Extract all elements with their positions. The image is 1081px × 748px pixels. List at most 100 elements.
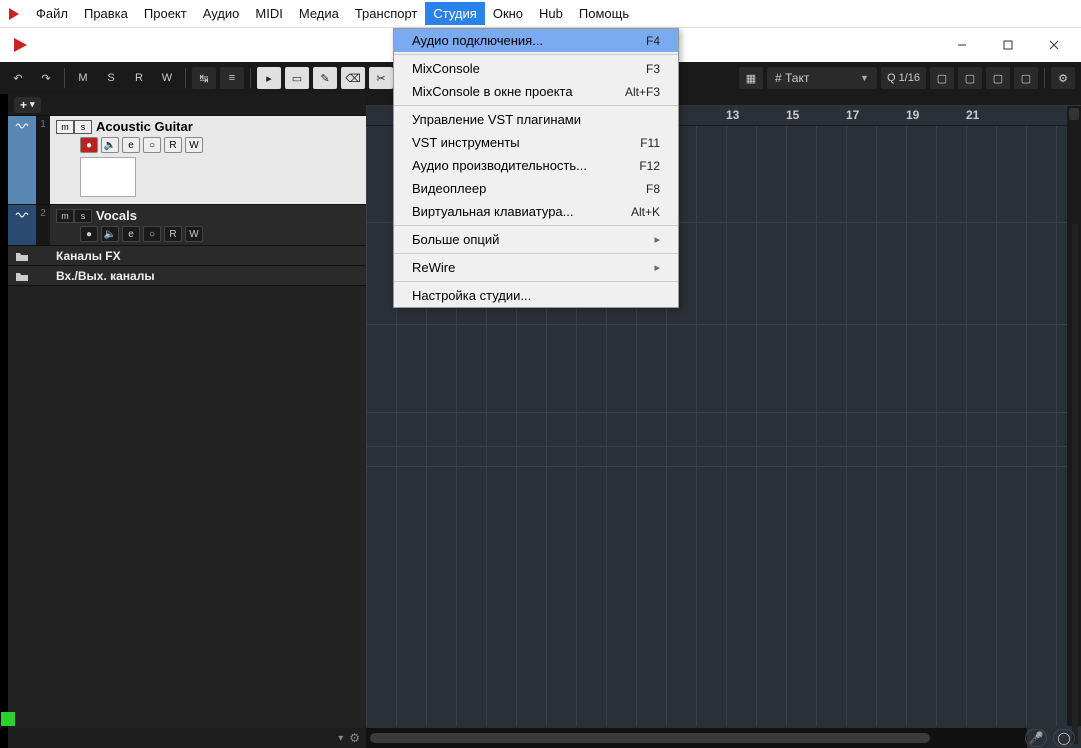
maximize-button[interactable] [985,30,1031,60]
layout-4-icon[interactable]: ▢ [1014,67,1038,89]
wave-icon [15,210,29,220]
track-body[interactable]: m s Vocals ● 🔈 e ○ R W [50,205,366,245]
menu-item-shortcut: F4 [646,34,660,48]
monitor-button[interactable]: 🔈 [101,226,119,242]
snap-type-dropdown[interactable]: # Такт ▼ [767,67,877,89]
mic-icon[interactable]: 🎤 [1025,729,1047,747]
toolbar-s-button[interactable]: S [99,67,123,89]
mute-button[interactable]: m [56,209,74,223]
toolbar-m-button[interactable]: M [71,67,95,89]
chevron-right-icon: ▸ [654,233,660,246]
freeze-icon[interactable]: ○ [143,226,161,242]
menu-окно[interactable]: Окно [485,2,531,25]
track-color-strip [8,116,36,204]
menu-item[interactable]: Аудио подключения...F4 [394,29,678,52]
menu-item-label: MixConsole в окне проекта [412,84,573,99]
menu-студия[interactable]: Студия [425,2,484,25]
read-automation-button[interactable]: R [164,226,182,242]
menu-item[interactable]: ВидеоплеерF8 [394,177,678,200]
menu-item-label: Управление VST плагинами [412,112,581,127]
tracklist: +▾ 1 m s Acoustic Guitar ● 🔈 e ○ R W [8,94,366,748]
minimize-button[interactable] [939,30,985,60]
track-row[interactable]: 2 m s Vocals ● 🔈 e ○ R W [8,205,366,246]
solo-button[interactable]: s [74,209,92,223]
horizontal-scrollbar[interactable] [366,728,1027,748]
edit-channel-icon[interactable]: e [122,226,140,242]
menu-медиа[interactable]: Медиа [291,2,347,25]
gear-icon[interactable]: ⚙ [349,731,360,745]
arrow-tool-icon[interactable]: ▸ [257,67,281,89]
track-name: Acoustic Guitar [96,119,193,134]
folder-name: Вх./Вых. каналы [50,269,155,283]
solo-button[interactable]: s [74,120,92,134]
studio-menu-dropdown: Аудио подключения...F4MixConsoleF3MixCon… [393,28,679,308]
menu-item[interactable]: Больше опций▸ [394,228,678,251]
track-row[interactable]: 1 m s Acoustic Guitar ● 🔈 e ○ R W [8,116,366,205]
track-body[interactable]: m s Acoustic Guitar ● 🔈 e ○ R W [50,116,366,204]
constrain-icon[interactable]: ↹ [192,67,216,89]
undo-icon[interactable]: ↶ [6,67,30,89]
app-icon-large [10,35,30,55]
gear-icon[interactable]: ⚙ [1051,67,1075,89]
menubar: ФайлПравкаПроектАудиоMIDIМедиаТранспортС… [0,0,1081,28]
folder-row[interactable]: Каналы FX [8,246,366,266]
chevron-down-icon[interactable]: ▾ [338,733,343,744]
menu-item-label: Аудио производительность... [412,158,587,173]
menu-item[interactable]: Настройка студии... [394,284,678,307]
snap-type-label: # Такт [775,71,809,85]
toolbar-r-button[interactable]: R [127,67,151,89]
menu-hub[interactable]: Hub [531,2,571,25]
menu-файл[interactable]: Файл [28,2,76,25]
track-color-strip [8,205,36,245]
split-tool-icon[interactable]: ✂ [369,67,393,89]
read-automation-button[interactable]: R [164,137,182,153]
menu-правка[interactable]: Правка [76,2,136,25]
write-automation-button[interactable]: W [185,226,203,242]
range-tool-icon[interactable]: ▭ [285,67,309,89]
menu-item[interactable]: MixConsoleF3 [394,57,678,80]
tracklist-header: +▾ [8,94,366,116]
toolbar-w-button[interactable]: W [155,67,179,89]
mute-button[interactable]: m [56,120,74,134]
track-thumbnail [80,157,136,197]
automation-icon[interactable]: ≡ [220,67,244,89]
layout-3-icon[interactable]: ▢ [986,67,1010,89]
ruler-number: 13 [726,108,739,122]
monitor-button[interactable]: 🔈 [101,137,119,153]
record-enable-button[interactable]: ● [80,226,98,242]
circle-icon[interactable]: ◯ [1053,729,1075,747]
folder-icon [8,250,36,262]
menu-item[interactable]: Аудио производительность...F12 [394,154,678,177]
folder-row[interactable]: Вх./Вых. каналы [8,266,366,286]
menu-item-label: ReWire [412,260,455,275]
add-track-button[interactable]: +▾ [14,97,41,113]
quantize-icon[interactable]: Q 1/16 [881,67,926,89]
menu-item[interactable]: Управление VST плагинами [394,108,678,131]
menu-аудио[interactable]: Аудио [195,2,248,25]
menu-item-shortcut: F8 [646,182,660,196]
menu-item-label: Виртуальная клавиатура... [412,204,574,219]
redo-icon[interactable]: ↷ [34,67,58,89]
menu-item[interactable]: Виртуальная клавиатура...Alt+K [394,200,678,223]
menu-item[interactable]: VST инструментыF11 [394,131,678,154]
zoom-slider[interactable] [1072,224,1078,744]
snap-toggle-icon[interactable]: ▦ [739,67,763,89]
track-number: 1 [36,116,50,204]
freeze-icon[interactable]: ○ [143,137,161,153]
edit-channel-icon[interactable]: e [122,137,140,153]
layout-1-icon[interactable]: ▢ [930,67,954,89]
menu-item[interactable]: ReWire▸ [394,256,678,279]
record-enable-button[interactable]: ● [80,137,98,153]
write-automation-button[interactable]: W [185,137,203,153]
menu-midi[interactable]: MIDI [247,2,290,25]
draw-tool-icon[interactable]: ✎ [313,67,337,89]
layout-2-icon[interactable]: ▢ [958,67,982,89]
performance-indicator [1,712,15,726]
close-button[interactable] [1031,30,1077,60]
erase-tool-icon[interactable]: ⌫ [341,67,365,89]
menu-транспорт[interactable]: Транспорт [347,2,426,25]
menu-проект[interactable]: Проект [136,2,195,25]
menu-помощь[interactable]: Помощь [571,2,637,25]
menu-item[interactable]: MixConsole в окне проектаAlt+F3 [394,80,678,103]
ruler-number: 15 [786,108,799,122]
